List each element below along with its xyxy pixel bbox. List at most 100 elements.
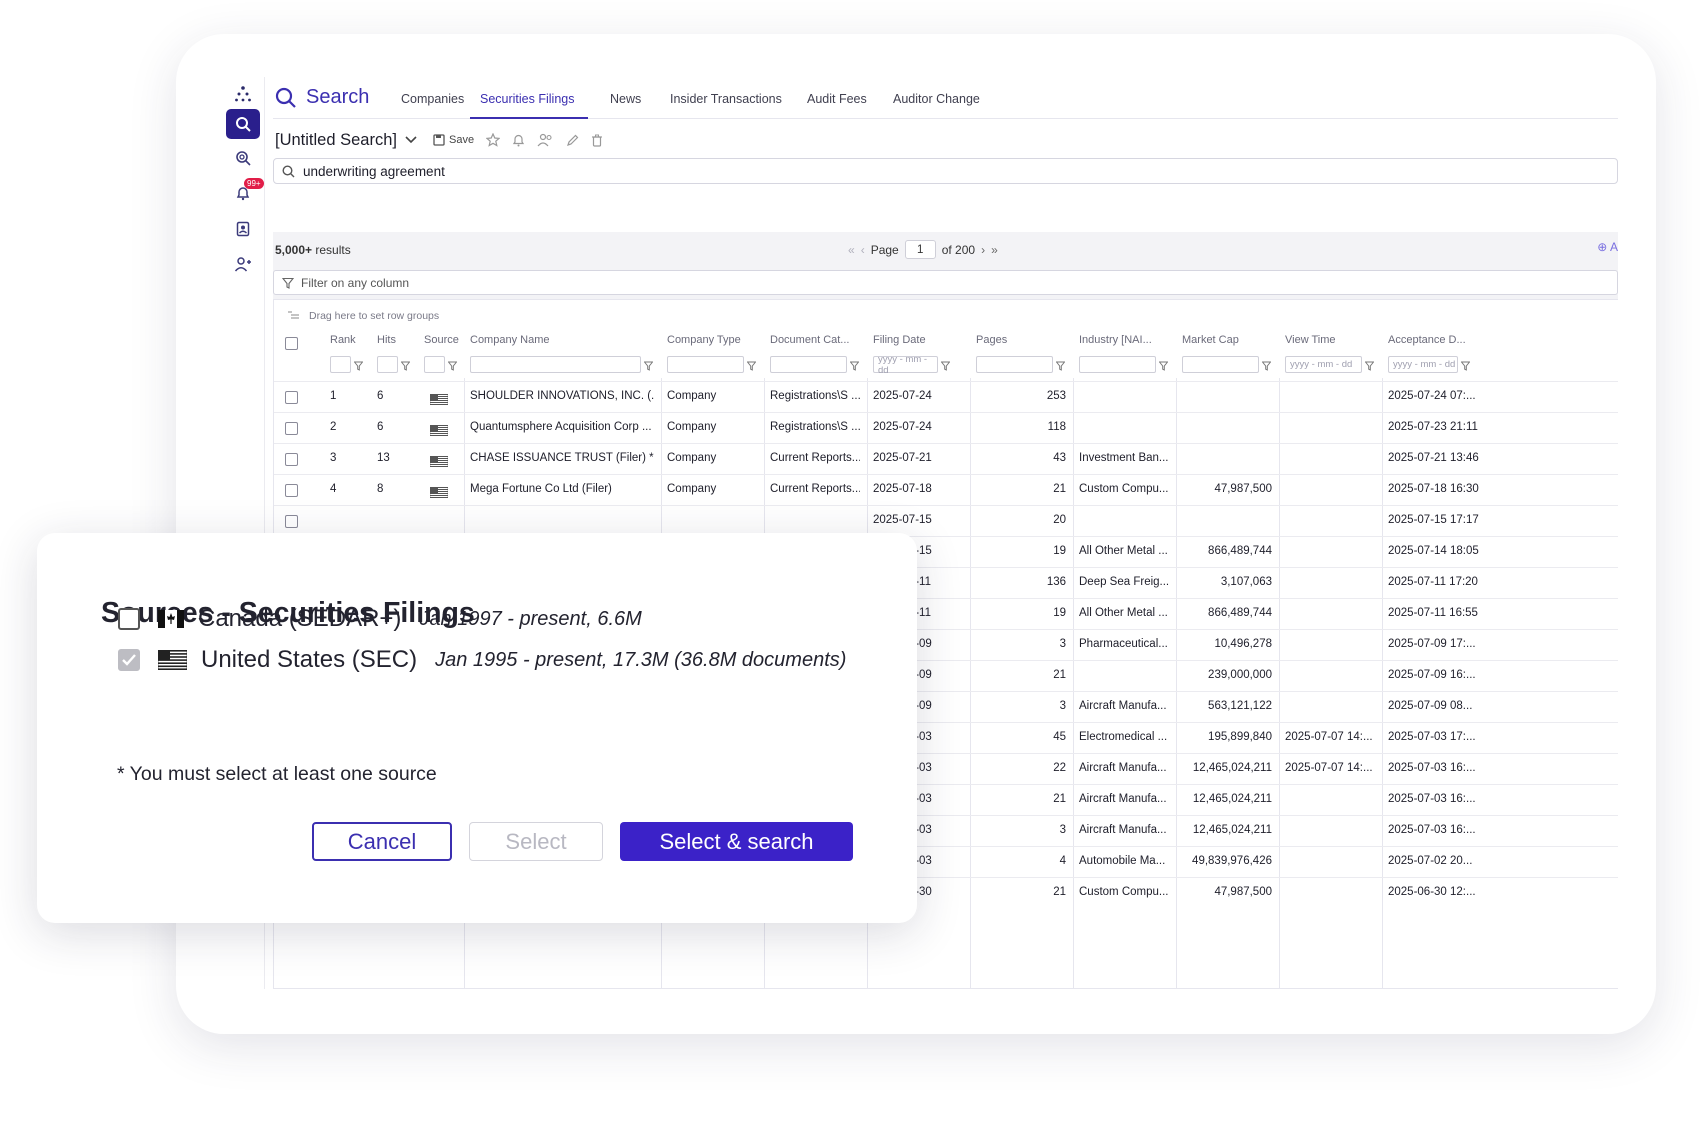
select-all-checkbox[interactable]: [285, 337, 298, 350]
funnel-icon[interactable]: [1364, 358, 1375, 376]
cell-accept: 2025-07-18 16:30: [1388, 483, 1479, 495]
row-group-drop-zone[interactable]: Drag here to set row groups: [288, 310, 439, 322]
add-column-button[interactable]: ⊕ A: [1597, 240, 1618, 254]
column-filter-field[interactable]: [667, 356, 744, 373]
column-header: Acceptance D...: [1388, 334, 1466, 346]
cell-accept: 2025-07-23 21:11: [1388, 421, 1478, 433]
column-filter-field[interactable]: yyyy - mm - dd: [1388, 356, 1458, 373]
tab-auditor-change[interactable]: Auditor Change: [893, 92, 980, 117]
save-button[interactable]: Save: [433, 134, 474, 146]
search-title[interactable]: [Untitled Search]: [275, 131, 397, 150]
prev-page-icon[interactable]: ‹: [861, 243, 865, 257]
table-row[interactable]: 1 6 SHOULDER INNOVATIONS, INC. (... Company…: [274, 381, 1618, 412]
table-row[interactable]: 2025-07-15 20 2025-07-15 17:17: [274, 505, 1618, 536]
page-input[interactable]: 1: [904, 240, 936, 259]
us-flag-icon: [429, 392, 449, 406]
cell-type: Company: [667, 421, 717, 433]
source-row-us[interactable]: United States (SEC) Jan 1995 - present, …: [118, 646, 846, 674]
column-filter-field[interactable]: [1182, 356, 1259, 373]
search-query: underwriting agreement: [303, 163, 445, 179]
cancel-button[interactable]: Cancel: [312, 822, 452, 861]
column-filter-input[interactable]: Filter on any column: [273, 270, 1618, 295]
funnel-icon[interactable]: [1261, 358, 1272, 376]
column-filter-field[interactable]: [470, 356, 641, 373]
tab-news[interactable]: News: [610, 92, 641, 117]
row-checkbox[interactable]: [285, 453, 298, 466]
funnel-icon[interactable]: [1460, 358, 1471, 376]
share-users-icon[interactable]: [537, 133, 554, 147]
column-filter-field[interactable]: [770, 356, 847, 373]
select-and-search-button[interactable]: Select & search: [620, 822, 853, 861]
table-row[interactable]: 3 13 CHASE ISSUANCE TRUST (Filer) * Company…: [274, 443, 1618, 474]
tab-companies[interactable]: Companies: [401, 92, 464, 117]
column-filter-field[interactable]: [330, 356, 351, 373]
cell-date: 2025-07-21: [873, 452, 932, 464]
rail-contacts-icon[interactable]: [226, 214, 260, 244]
cell-pages: 3: [1059, 700, 1066, 712]
column-filter-field[interactable]: [424, 356, 445, 373]
column-filter-field[interactable]: yyyy - mm - dd: [873, 354, 938, 376]
cell-cap: 12,465,024,211: [1192, 793, 1272, 805]
column-filter-field[interactable]: [1079, 356, 1156, 373]
bell-icon[interactable]: [512, 133, 525, 147]
rail-search-icon[interactable]: [226, 109, 260, 139]
tab-audit-fees[interactable]: Audit Fees: [807, 92, 867, 117]
cell-hits: 8: [377, 483, 384, 495]
cell-industry: Electromedical ...: [1079, 731, 1168, 743]
funnel-icon[interactable]: [849, 358, 860, 376]
row-checkbox[interactable]: [285, 391, 298, 404]
funnel-icon[interactable]: [1158, 358, 1169, 376]
column-filter-field[interactable]: [377, 356, 398, 373]
column-filter-field[interactable]: [976, 356, 1053, 373]
canada-checkbox[interactable]: [118, 608, 140, 630]
pagination: « ‹ Page 1 of 200 › »: [848, 240, 998, 259]
cell-doc: Current Reports...: [770, 483, 860, 495]
row-checkbox[interactable]: [285, 422, 298, 435]
cell-accept: 2025-07-02 20...: [1388, 855, 1473, 867]
cell-cap: 47,987,500: [1214, 886, 1272, 898]
funnel-icon[interactable]: [746, 358, 757, 376]
select-button[interactable]: Select: [469, 822, 603, 861]
funnel-icon[interactable]: [643, 358, 654, 376]
cell-accept: 2025-07-14 18:05: [1388, 545, 1479, 557]
funnel-icon[interactable]: [353, 358, 364, 376]
cell-cap: 866,489,744: [1208, 607, 1272, 619]
rail-alerts-icon[interactable]: 99+: [226, 178, 264, 208]
row-checkbox[interactable]: [285, 515, 298, 528]
cell-pages: 136: [1046, 576, 1066, 588]
row-checkbox[interactable]: [285, 484, 298, 497]
cell-company: CHASE ISSUANCE TRUST (Filer) *: [470, 452, 654, 464]
top-nav: Search Companies Securities Filings News…: [273, 77, 1618, 119]
last-page-icon[interactable]: »: [991, 243, 998, 257]
funnel-icon[interactable]: [1055, 358, 1066, 376]
tab-securities-filings[interactable]: Securities Filings: [470, 92, 589, 119]
table-row[interactable]: 2 6 Quantumsphere Acquisition Corp ... Comp…: [274, 412, 1618, 443]
search-input[interactable]: underwriting agreement: [273, 158, 1618, 184]
us-flag-icon: [158, 650, 187, 670]
next-page-icon[interactable]: ›: [981, 243, 985, 257]
cell-pages: 4: [1059, 855, 1066, 867]
column-filter-field[interactable]: yyyy - mm - dd: [1285, 356, 1362, 373]
funnel-icon[interactable]: [400, 358, 411, 376]
cell-cap: 12,465,024,211: [1192, 762, 1272, 774]
tab-insider-transactions[interactable]: Insider Transactions: [670, 92, 782, 117]
cell-industry: Custom Compu...: [1079, 886, 1169, 898]
funnel-icon[interactable]: [447, 358, 458, 376]
cell-hits: 13: [377, 452, 390, 464]
star-icon[interactable]: [486, 133, 501, 147]
table-row[interactable]: 4 8 Mega Fortune Co Ltd (Filer) Company Curr…: [274, 474, 1618, 505]
cell-pages: 19: [1053, 545, 1066, 557]
delete-icon[interactable]: [591, 134, 603, 147]
edit-icon[interactable]: [566, 134, 579, 147]
rail-company-search-icon[interactable]: [226, 143, 260, 173]
funnel-icon[interactable]: [940, 358, 951, 376]
source-row-canada[interactable]: Canada (SEDAR+) Jan 1997 - present, 6.6M: [118, 605, 642, 633]
first-page-icon[interactable]: «: [848, 243, 855, 257]
column-header: Company Type: [667, 334, 741, 346]
rail-add-user-icon[interactable]: [226, 249, 260, 279]
column-header: Company Name: [470, 334, 550, 346]
row-groups-icon: [288, 311, 299, 319]
chevron-down-icon[interactable]: [405, 136, 417, 144]
cell-pages: 20: [1053, 514, 1066, 526]
us-checkbox[interactable]: [118, 649, 140, 671]
